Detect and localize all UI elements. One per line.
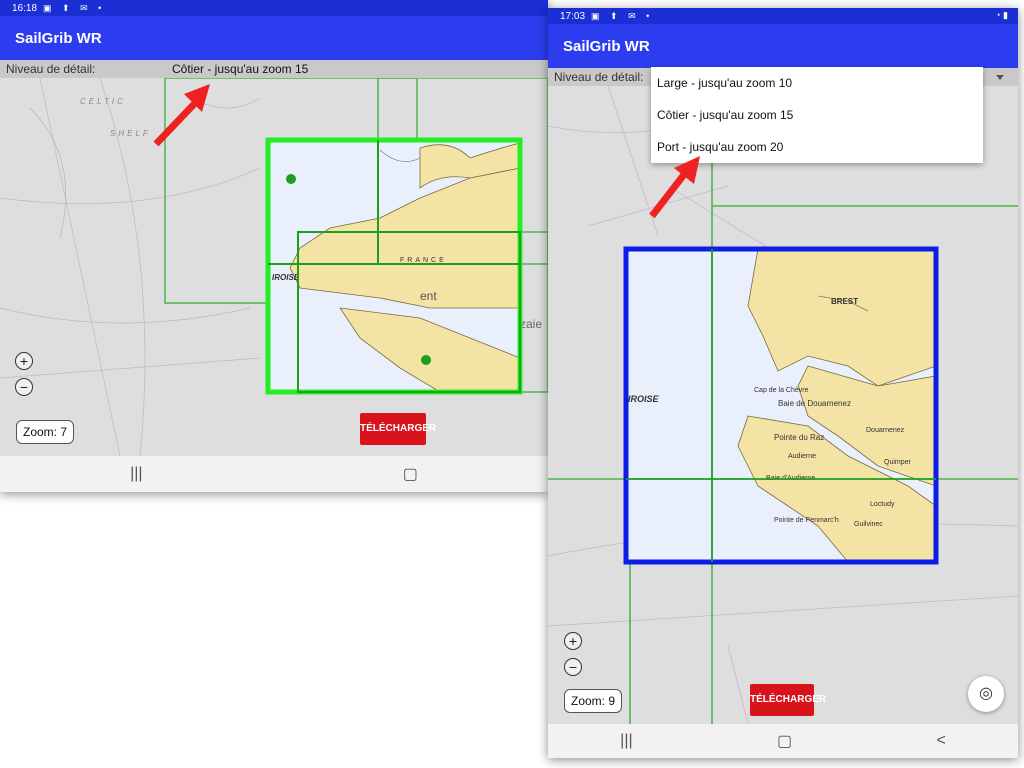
status-bar: 17:03 ▣ ⬆ ✉ • ◔ ▮	[548, 8, 1018, 24]
recent-apps-button[interactable]: |||	[620, 732, 632, 750]
zoom-in-button[interactable]: +	[564, 632, 582, 650]
nautical-chart-map[interactable]: CELTIC SHELF IROISE FRANCE ent zaie + − …	[0, 78, 548, 456]
zoom-out-button[interactable]: −	[15, 378, 33, 396]
notification-icons: ▣ ⬆ ✉ •	[591, 10, 654, 21]
right-device-screen: 17:03 ▣ ⬆ ✉ • ◔ ▮ SailGrib WR Niveau de …	[548, 8, 1018, 758]
app-bar: SailGrib WR	[0, 16, 548, 60]
map-label-penmarch: Pointe de Penmarc'h	[774, 517, 839, 524]
detail-level-dropdown-menu: Large - jusqu'au zoom 10 Côtier - jusqu'…	[651, 67, 983, 163]
left-device-screen: 16:18 ▣ ⬆ ✉ • SailGrib WR Niveau de déta…	[0, 0, 548, 492]
detail-level-value[interactable]: Côtier - jusqu'au zoom 15	[172, 62, 308, 76]
detail-level-label: Niveau de détail:	[554, 70, 644, 84]
map-label-shelf: SHELF	[110, 129, 151, 138]
home-button[interactable]: ▢	[403, 464, 418, 484]
map-label-celtic: CELTIC	[80, 97, 126, 106]
crosshair-icon: ◎	[979, 685, 993, 702]
detail-level-label: Niveau de détail:	[6, 62, 96, 76]
map-label-baie-douarnenez: Baie de Douarnenez	[778, 399, 851, 408]
map-label-iroise: IROISE	[628, 394, 660, 404]
map-label-pointe-du-raz: Pointe du Raz	[774, 433, 824, 442]
status-bar: 16:18 ▣ ⬆ ✉ •	[0, 0, 548, 16]
wifi-battery-icon: ◔ ▮	[995, 10, 1008, 20]
menu-item-cotier[interactable]: Côtier - jusqu'au zoom 15	[651, 99, 983, 131]
waypoint-marker[interactable]	[286, 174, 296, 184]
map-label-brest: BREST	[831, 297, 858, 306]
map-label-guilvinec: Guilvinec	[854, 521, 883, 528]
map-label-ent: ent	[420, 289, 437, 303]
map-label-audierne: Audierne	[788, 453, 816, 460]
back-button[interactable]: <	[936, 732, 945, 750]
map-label-baie: zaie	[520, 317, 542, 331]
system-nav-bar: ||| ▢ <	[548, 724, 1018, 758]
app-title: SailGrib WR	[15, 29, 102, 47]
map-label-france: FRANCE	[400, 257, 447, 264]
download-button[interactable]: TÉLÉCHARGER	[360, 413, 436, 445]
download-button[interactable]: TÉLÉCHARGER	[750, 684, 826, 716]
map-label-loctudy: Loctudy	[870, 501, 895, 508]
map-label-iroise: IROISE	[272, 273, 300, 282]
notification-icons: ▣ ⬆ ✉ •	[43, 2, 106, 13]
locate-me-button[interactable]: ◎	[968, 676, 1004, 712]
menu-item-large[interactable]: Large - jusqu'au zoom 10	[651, 67, 983, 99]
status-time: 17:03	[560, 10, 586, 22]
zoom-level-label: Zoom: 9	[564, 689, 623, 713]
chart-canvas: CELTIC SHELF IROISE FRANCE ent zaie	[0, 78, 548, 456]
zoom-out-button[interactable]: −	[564, 658, 582, 676]
nautical-chart-map[interactable]: BREST IROISE Baie de Douarnenez Douarnen…	[548, 86, 1018, 724]
recent-apps-button[interactable]: |||	[130, 465, 142, 483]
status-time: 16:18	[12, 2, 38, 14]
chevron-down-icon[interactable]	[996, 75, 1004, 80]
app-bar: SailGrib WR	[548, 24, 1018, 68]
detail-level-selector[interactable]: Niveau de détail: Côtier - jusqu'au zoom…	[0, 60, 548, 78]
zoom-in-button[interactable]: +	[15, 352, 33, 370]
map-label-douarnenez: Douarnenez	[866, 427, 905, 434]
zoom-level-label: Zoom: 7	[16, 420, 75, 444]
app-title: SailGrib WR	[563, 37, 650, 55]
annotation-arrow-right	[649, 156, 700, 219]
waypoint-marker[interactable]	[421, 355, 431, 365]
system-nav-bar: ||| ▢	[0, 456, 548, 492]
chart-canvas: BREST IROISE Baie de Douarnenez Douarnen…	[548, 86, 1018, 724]
map-label-cap-chevre: Cap de la Chèvre	[754, 387, 809, 394]
map-label-quimper: Quimper	[884, 459, 912, 466]
annotation-arrow-left	[153, 84, 210, 147]
home-button[interactable]: ▢	[777, 731, 792, 751]
